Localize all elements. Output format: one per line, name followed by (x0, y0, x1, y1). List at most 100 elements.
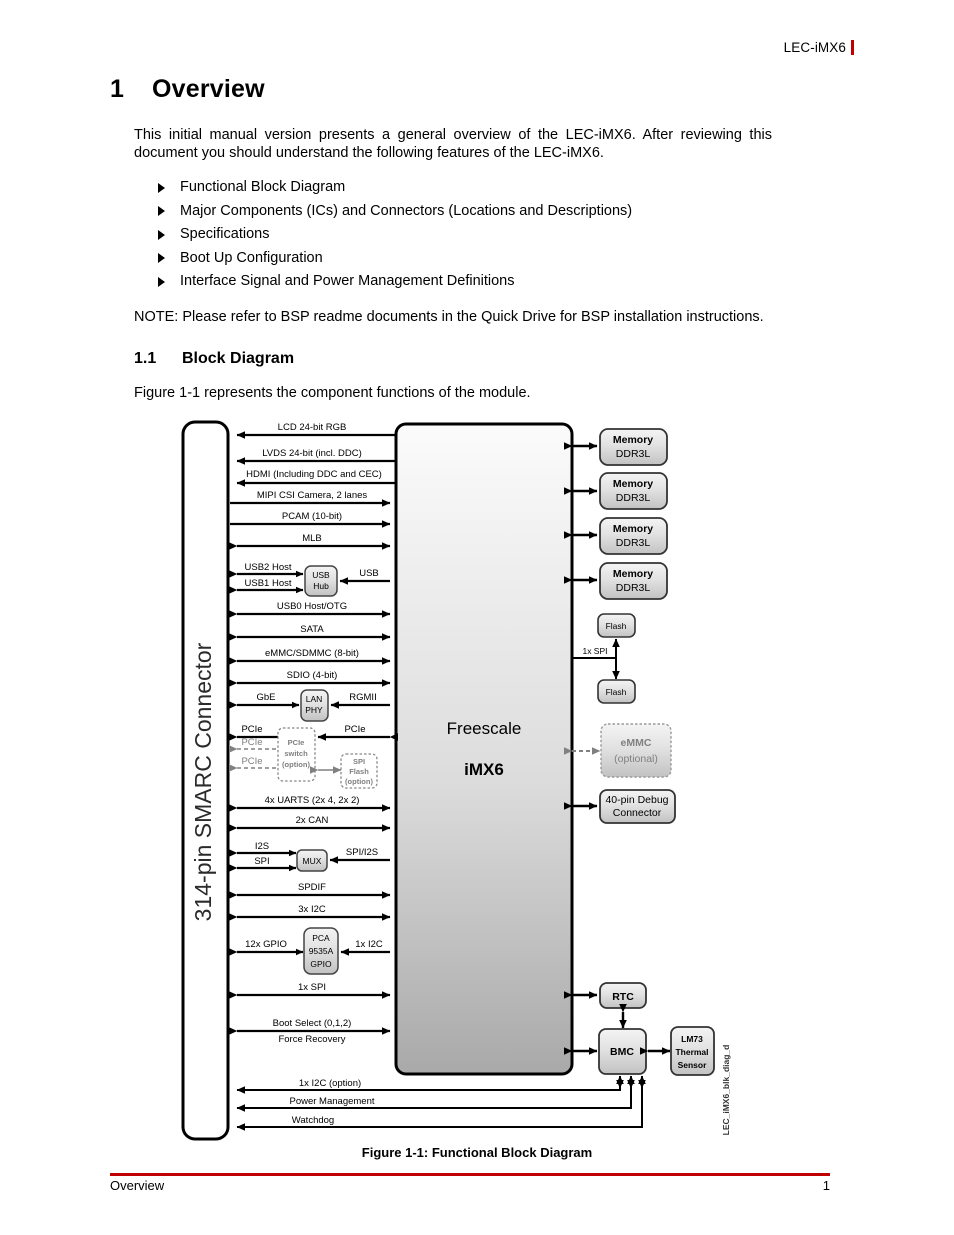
signal-usb0: USB0 Host/OTG (228, 601, 391, 618)
memory-block-2: Memory DDR3L (563, 472, 668, 510)
emmc-optional-block: eMMC (optional) (563, 723, 672, 778)
gpio-block-line3: GPIO (310, 959, 332, 969)
signal-sdio: SDIO (4-bit) (228, 670, 391, 687)
figure-watermark-code: LEC_iMX6_blk_diag_d (721, 1045, 731, 1136)
signal-spi: 1x SPI (228, 982, 391, 999)
usb-hub-label-line2: Hub (313, 581, 329, 591)
force-recovery-label: Force Recovery (278, 1034, 345, 1045)
emmc-label-line1: eMMC (621, 737, 652, 749)
signal-label: SPDIF (298, 882, 326, 893)
signal-label: 1x SPI (298, 982, 326, 993)
bmc-signal-routes: 1x I2C (option) Power Management Watchdo… (236, 1075, 646, 1131)
freescale-imx6-block (394, 422, 574, 1076)
figure-caption: Figure 1-1: Functional Block Diagram (361, 1145, 593, 1160)
rtc-label: RTC (612, 991, 634, 1003)
spi-flash-line2: Flash (349, 767, 369, 776)
memory-label-line1: Memory (613, 523, 653, 535)
usb2-host-label: USB2 Host (245, 562, 292, 573)
pcie-group: PCIe PCIe PCIe PCIe switch (option) PCIe… (228, 724, 399, 789)
signal-boot-select: Boot Select (0,1,2) Force Recovery (228, 1018, 391, 1045)
footer-page-number: 1 (822, 1178, 830, 1193)
memory-label-line2: DDR3L (616, 582, 651, 594)
signal-lvds: LVDS 24-bit (incl. DDC) (236, 448, 396, 465)
memory-block-3: Memory DDR3L (563, 517, 668, 555)
signal-sata: SATA (228, 624, 391, 641)
signal-spdif: SPDIF (228, 882, 391, 899)
pcie-switch-line1: PCIe (288, 738, 305, 747)
mux-group: I2S SPI MUX SPI/I2S (228, 841, 390, 872)
soc-part-label: iMX6 (464, 760, 504, 779)
thermal-label-line2: Thermal (675, 1047, 708, 1057)
pcie-in-label: PCIe (241, 724, 262, 735)
flash-top-label: Flash (606, 621, 627, 631)
i2s-label: I2S (255, 841, 269, 852)
footer-divider (110, 1173, 830, 1176)
lan-phy-label-line2: PHY (305, 705, 323, 715)
signal-label: PCAM (10-bit) (282, 511, 342, 522)
signal-label: 3x I2C (298, 904, 326, 915)
spi-flash-group: 1x SPI Flash Flash (572, 613, 636, 704)
spi-flash-line3: (option) (345, 777, 373, 786)
signal-label: eMMC/SDMMC (8-bit) (265, 648, 359, 659)
signal-hdmi: HDMI (Including DDC and CEC) (236, 469, 396, 487)
usb1-host-label: USB1 Host (245, 578, 292, 589)
signal-label: SATA (300, 624, 324, 635)
bmc-signal-label-1: 1x I2C (option) (299, 1078, 361, 1089)
thermal-sensor-block: LM73 Thermal Sensor (639, 1026, 715, 1076)
bmc-signal-label-2: Power Management (289, 1096, 374, 1107)
gpio-block-line2: 9535A (309, 946, 334, 956)
signal-can: 2x CAN (228, 815, 391, 832)
lan-phy-label-line1: LAN (306, 694, 323, 704)
signal-label: SDIO (4-bit) (287, 670, 338, 681)
signal-label: USB0 Host/OTG (277, 601, 347, 612)
memory-label-line1: Memory (613, 568, 653, 580)
gbe-label: GbE (256, 692, 275, 703)
signal-mlb: MLB (228, 533, 391, 550)
gpio-expander-group: 12x GPIO PCA 9535A GPIO 1x I2C (228, 927, 390, 975)
bmc-block: BMC (563, 1028, 647, 1075)
debug-label-line1: 40-pin Debug (605, 794, 668, 806)
signal-lcd: LCD 24-bit RGB (236, 422, 396, 439)
thermal-label-line3: Sensor (678, 1060, 708, 1070)
pcie-opt1-label: PCIe (241, 737, 262, 748)
debug-connector-block: 40-pin Debug Connector (563, 789, 676, 824)
signal-mipi-csi: MIPI CSI Camera, 2 lanes (230, 490, 391, 507)
signal-emmc-sdmmc: eMMC/SDMMC (8-bit) (228, 648, 391, 665)
memory-label-line2: DDR3L (616, 448, 651, 460)
pcie-opt2-label: PCIe (241, 756, 262, 767)
bmc-signal-label-3: Watchdog (292, 1115, 334, 1126)
spi-bus-label: 1x SPI (582, 646, 607, 656)
signal-label: MIPI CSI Camera, 2 lanes (257, 490, 368, 501)
signal-label: 4x UARTS (2x 4, 2x 2) (265, 795, 360, 806)
emmc-label-line2: (optional) (614, 753, 658, 765)
spi-label: SPI (254, 856, 269, 867)
spi-flash-line1: SPI (353, 757, 365, 766)
usb-hub-group: USB2 Host USB1 Host USB Hub USB (228, 562, 390, 597)
functional-block-diagram: 314-pin SMARC Connector Freescale iMX6 L… (181, 420, 731, 1141)
signal-label: LVDS 24-bit (incl. DDC) (262, 448, 362, 459)
signal-uarts: 4x UARTS (2x 4, 2x 2) (228, 795, 391, 812)
memory-label-line1: Memory (613, 478, 653, 490)
rtc-block: RTC (563, 982, 647, 1009)
spi-i2s-label: SPI/I2S (346, 847, 378, 858)
memory-block-4: Memory DDR3L (563, 562, 668, 600)
pcie-switch-line2: switch (284, 749, 308, 758)
gpio-block-line1: PCA (312, 933, 330, 943)
memory-label-line1: Memory (613, 434, 653, 446)
flash-bottom-label: Flash (606, 687, 627, 697)
debug-label-line2: Connector (613, 807, 662, 819)
signal-label: MLB (302, 533, 322, 544)
boot-select-label: Boot Select (0,1,2) (273, 1018, 352, 1029)
signal-label: HDMI (Including DDC and CEC) (246, 469, 382, 480)
usb-out-label: USB (359, 568, 379, 579)
signal-i2c: 3x I2C (228, 904, 391, 921)
memory-label-line2: DDR3L (616, 492, 651, 504)
soc-vendor-label: Freescale (447, 719, 522, 738)
usb-hub-label-line1: USB (312, 570, 330, 580)
gpio-out-label: 1x I2C (355, 939, 383, 950)
smarc-connector-label: 314-pin SMARC Connector (190, 642, 216, 921)
gpio-in-label: 12x GPIO (245, 939, 287, 950)
memory-block-1: Memory DDR3L (563, 428, 668, 466)
pcie-out-label: PCIe (344, 724, 365, 735)
pcie-switch-line3: (option) (282, 760, 310, 769)
